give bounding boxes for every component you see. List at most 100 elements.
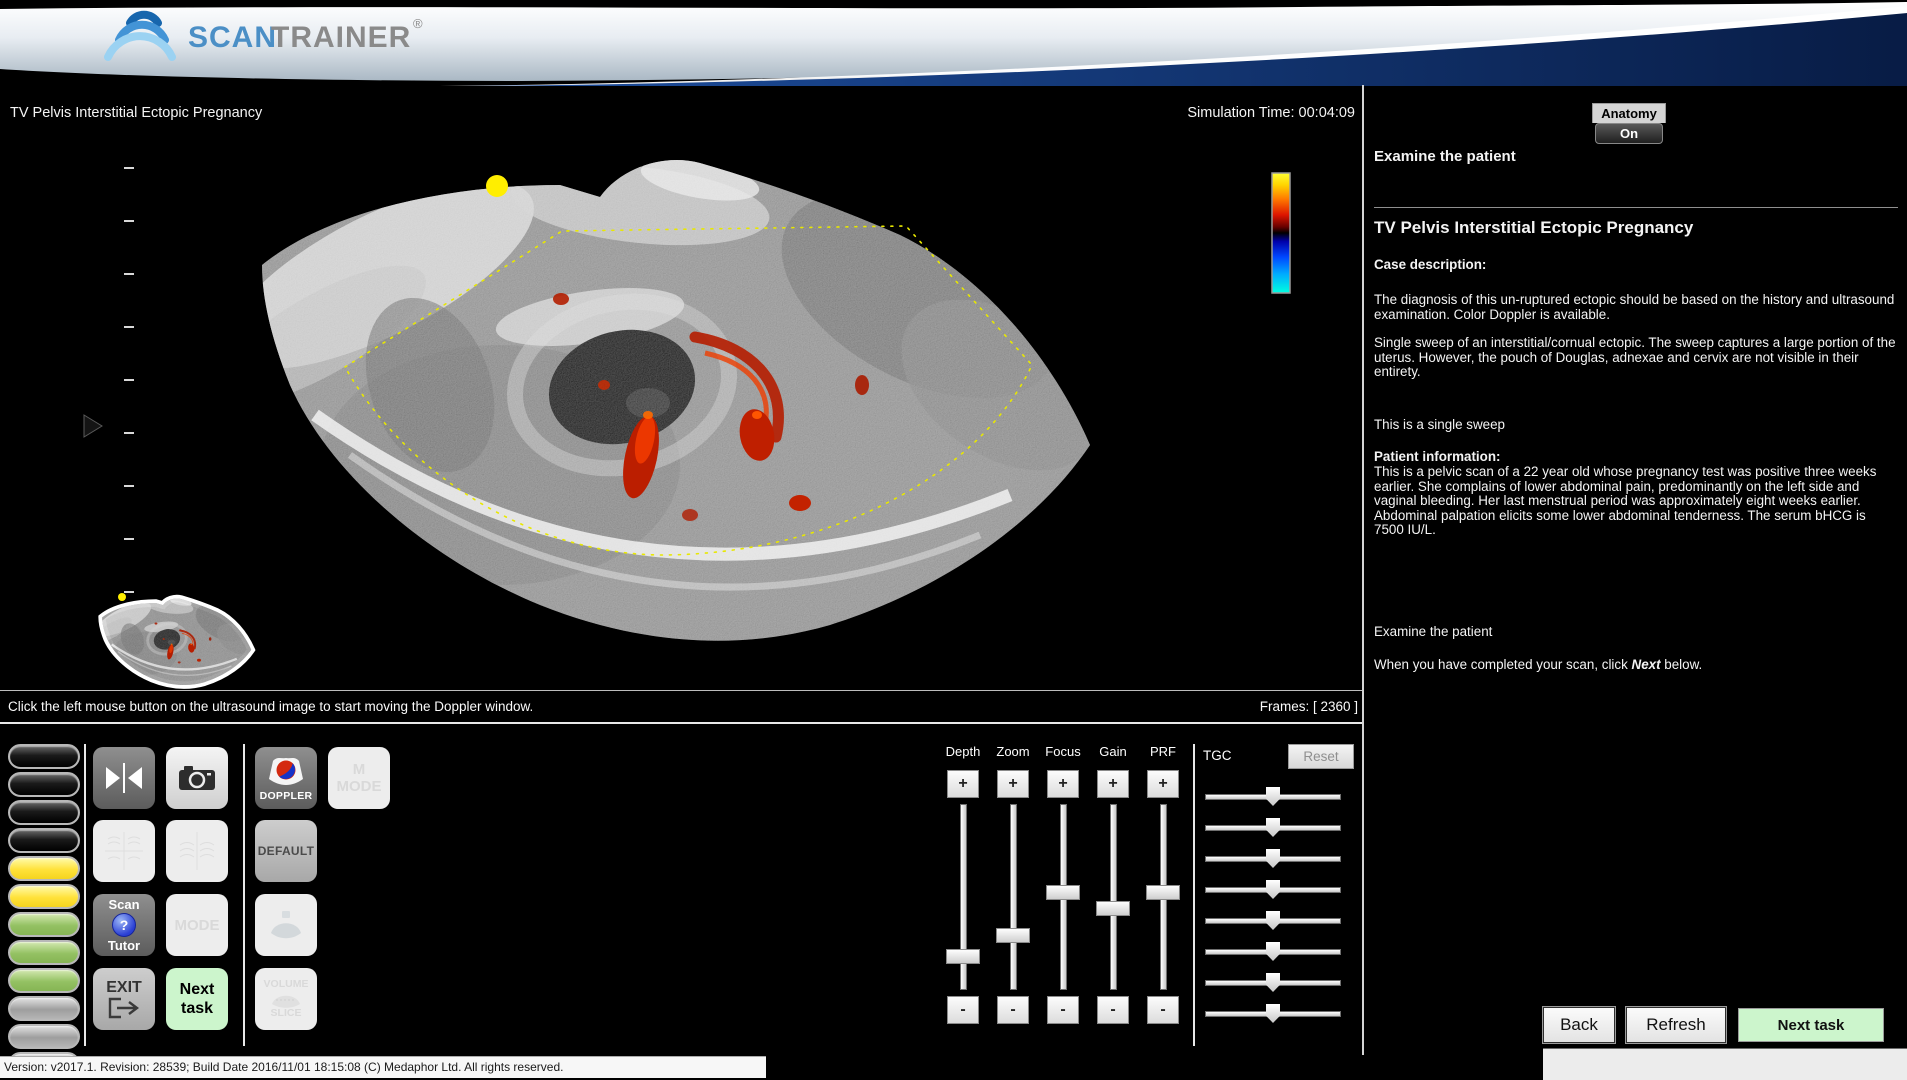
tgc-thumb[interactable] [1266, 880, 1280, 899]
tgc-slider-8 [1205, 1003, 1355, 1023]
tgc-thumb[interactable] [1266, 818, 1280, 837]
tgc-thumb[interactable] [1266, 787, 1280, 806]
tgc-slider-7 [1205, 972, 1355, 992]
ultrasound-image[interactable] [0, 85, 1365, 722]
next-task-panel-button[interactable]: Nexttask [166, 968, 228, 1030]
dual-view-icon [175, 829, 219, 873]
tgc-reset-button[interactable]: Reset [1288, 744, 1354, 769]
decrease-button[interactable]: - [1097, 996, 1129, 1024]
indicator-pill-gray[interactable] [8, 1024, 80, 1049]
volume-probe-icon [268, 990, 304, 1008]
next-task-button[interactable]: Next task [1738, 1008, 1884, 1042]
indicator-pill-green[interactable] [8, 940, 80, 965]
header-banner: SCAN TRAINER ® [0, 0, 1907, 86]
slider-track[interactable] [1110, 804, 1117, 990]
tgc-slider-5 [1205, 910, 1355, 930]
thumbnail-cursor-dot [118, 593, 126, 601]
anatomy-toggle: Anatomy On [1592, 103, 1666, 147]
increase-button[interactable]: + [947, 770, 979, 798]
slider-label: Gain [1099, 744, 1126, 764]
back-button[interactable]: Back [1543, 1007, 1615, 1043]
flip-image-button[interactable] [93, 747, 155, 809]
tgc-slider-1 [1205, 786, 1355, 806]
status-divider-bottom [0, 722, 1364, 724]
examine-instruction: Examine the patient [1374, 625, 1898, 640]
indicator-pill-yellow[interactable] [8, 856, 80, 881]
decrease-button[interactable]: - [997, 996, 1029, 1024]
overview-thumbnail [90, 593, 258, 689]
doppler-cursor-dot[interactable] [486, 175, 508, 197]
decrease-button[interactable]: - [1147, 996, 1179, 1024]
m-mode-button: MMODE [328, 747, 390, 809]
ultrasound-fan [196, 144, 1130, 665]
frames-count: Frames: [ 2360 ] [1130, 699, 1358, 714]
decrease-button[interactable]: - [1047, 996, 1079, 1024]
brand-scan: SCAN [188, 21, 277, 54]
tgc-track[interactable] [1205, 980, 1341, 986]
increase-button[interactable]: + [1047, 770, 1079, 798]
quad-view-icon [102, 829, 146, 873]
slider-track[interactable] [1010, 804, 1017, 990]
tgc-thumb[interactable] [1266, 1004, 1280, 1023]
slider-label: Zoom [996, 744, 1029, 764]
indicator-pill-green[interactable] [8, 912, 80, 937]
slider-track[interactable] [960, 804, 967, 990]
panel-separator-2 [243, 744, 245, 1046]
tgc-thumb[interactable] [1266, 911, 1280, 930]
slider-thumb[interactable] [996, 928, 1030, 943]
tgc-track[interactable] [1205, 918, 1341, 924]
doppler-button[interactable]: DOPPLER [255, 747, 317, 809]
panel-separator-3 [1193, 744, 1195, 1046]
increase-button[interactable]: + [1097, 770, 1129, 798]
default-button[interactable]: DEFAULT [255, 820, 317, 882]
depth-marker-arrow[interactable] [84, 415, 102, 437]
dual-view-button [166, 820, 228, 882]
slider-focus: Focus + - [1038, 744, 1088, 1054]
anatomy-on-button[interactable]: On [1595, 123, 1663, 144]
tgc-thumb[interactable] [1266, 942, 1280, 961]
doppler-color-scale [1272, 173, 1290, 293]
indicator-pill-dark[interactable] [8, 772, 80, 797]
tgc-thumb[interactable] [1266, 849, 1280, 868]
indicator-pill-yellow[interactable] [8, 884, 80, 909]
slider-thumb[interactable] [946, 949, 980, 964]
snapshot-button[interactable] [166, 747, 228, 809]
patient-info-label: Patient information: [1374, 450, 1898, 465]
depth-scale-ticks [124, 167, 134, 593]
mode-button: MODE [166, 894, 228, 956]
exit-arrow-icon [107, 997, 141, 1019]
slider-thumb[interactable] [1146, 885, 1180, 900]
slider-track[interactable] [1160, 804, 1167, 990]
indicator-pill-green[interactable] [8, 968, 80, 993]
complete-instruction: When you have completed your scan, click… [1374, 658, 1898, 673]
volume-slice-button: VOLUME SLICE [255, 968, 317, 1030]
scan-tutor-button[interactable]: Scan ? Tutor [93, 894, 155, 956]
increase-button[interactable]: + [997, 770, 1029, 798]
exit-button[interactable]: EXIT [93, 968, 155, 1030]
slider-thumb[interactable] [1096, 901, 1130, 916]
tgc-track[interactable] [1205, 887, 1341, 893]
increase-button[interactable]: + [1147, 770, 1179, 798]
indicator-pill-dark[interactable] [8, 744, 80, 769]
tgc-track[interactable] [1205, 856, 1341, 862]
right-bottom-strip [1543, 1048, 1907, 1080]
version-bar: Version: v2017.1. Revision: 28539; Build… [0, 1056, 766, 1078]
scantrainer-app: SCAN TRAINER ® TV Pelvis Interstitial Ec… [0, 0, 1907, 1080]
tgc-track[interactable] [1205, 825, 1341, 831]
decrease-button[interactable]: - [947, 996, 979, 1024]
indicator-pill-gray[interactable] [8, 996, 80, 1021]
slider-track[interactable] [1060, 804, 1067, 990]
tgc-track[interactable] [1205, 794, 1341, 800]
tgc-track[interactable] [1205, 949, 1341, 955]
tgc-thumb[interactable] [1266, 973, 1280, 992]
indicator-pill-dark[interactable] [8, 828, 80, 853]
camera-icon [178, 764, 216, 792]
question-mark-icon: ? [112, 913, 136, 937]
slider-label: Focus [1045, 744, 1080, 764]
slider-thumb[interactable] [1046, 885, 1080, 900]
indicator-pill-dark[interactable] [8, 800, 80, 825]
brand-trainer: TRAINER [271, 21, 411, 54]
refresh-button[interactable]: Refresh [1626, 1007, 1726, 1043]
slider-prf: PRF+- [1138, 744, 1188, 1054]
tgc-track[interactable] [1205, 1011, 1341, 1017]
